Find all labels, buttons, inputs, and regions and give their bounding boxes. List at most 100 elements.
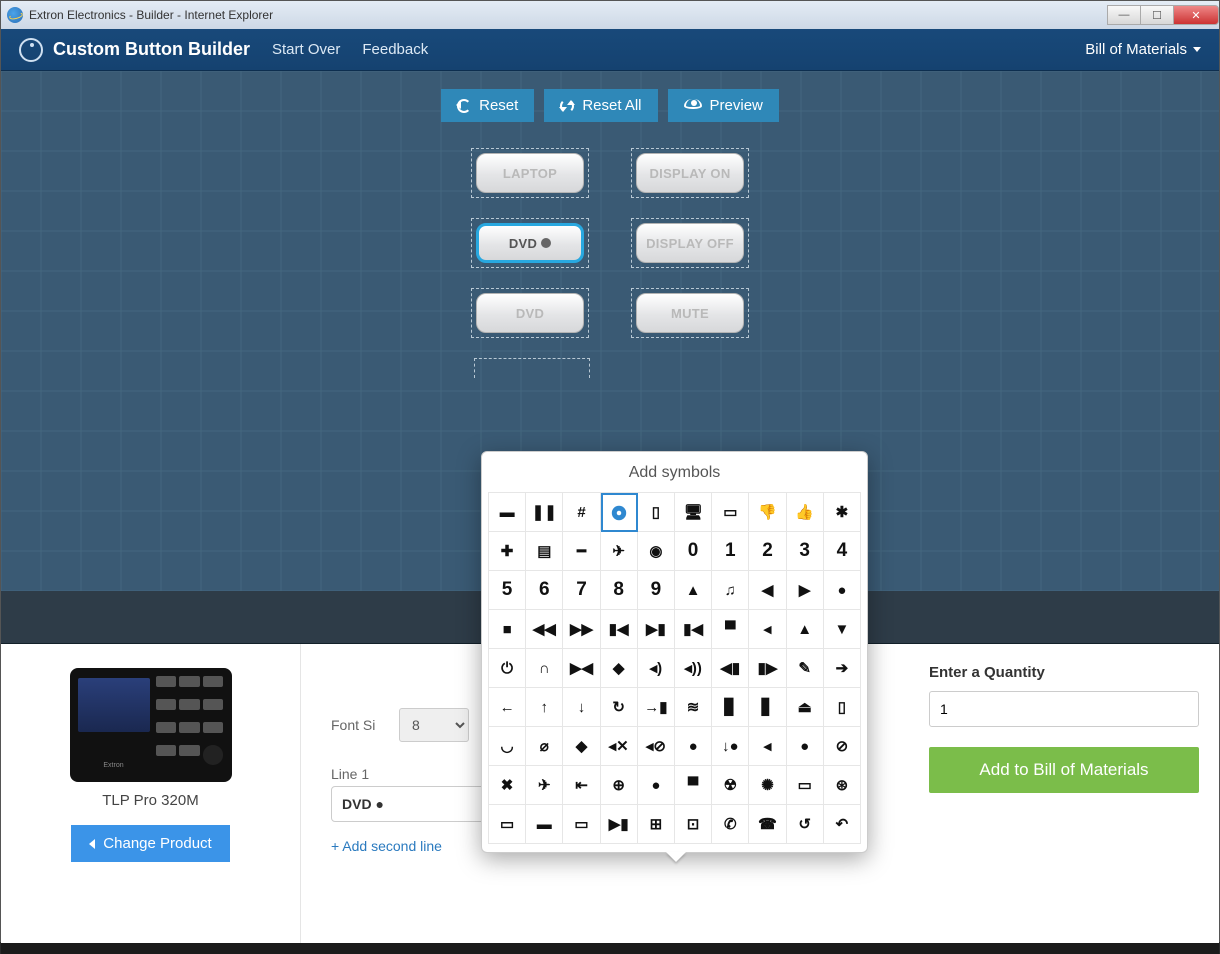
bill-of-materials-menu[interactable]: Bill of Materials xyxy=(1085,41,1201,58)
symbol-1[interactable]: 1 xyxy=(712,532,749,571)
symbol-pause[interactable]: ❚❚ xyxy=(526,493,563,532)
preview-button[interactable]: Preview xyxy=(668,89,779,122)
symbol-4[interactable]: 4 xyxy=(824,532,861,571)
symbol-vol-1[interactable]: ◂) xyxy=(638,649,675,688)
symbol-iron[interactable]: ◡ xyxy=(489,727,526,766)
symbol-layers[interactable]: ≋ xyxy=(675,688,712,727)
symbol-podium[interactable]: ▀ xyxy=(675,766,712,805)
symbol-bulb[interactable]: ✺ xyxy=(749,766,786,805)
symbol-device[interactable]: ▯ xyxy=(638,493,675,532)
window-close-button[interactable]: ✕ xyxy=(1173,5,1219,25)
symbol-skip-prev[interactable]: ▮◀ xyxy=(601,610,638,649)
symbol-prev-track[interactable]: ▮◀ xyxy=(675,610,712,649)
symbol-2[interactable]: 2 xyxy=(749,532,786,571)
symbol-pin[interactable]: ✈ xyxy=(526,766,563,805)
symbol-logout[interactable]: ⇤ xyxy=(563,766,600,805)
symbol-rocket[interactable]: ✈ xyxy=(601,532,638,571)
symbol-tape[interactable]: ▭ xyxy=(712,493,749,532)
symbol-mic-dot[interactable]: ● xyxy=(675,727,712,766)
symbol-desktop[interactable]: 🖥 xyxy=(675,493,712,532)
symbol-forward[interactable]: ▶▶ xyxy=(563,610,600,649)
reset-all-button[interactable]: Reset All xyxy=(544,89,657,122)
change-product-button[interactable]: Change Product xyxy=(71,825,229,862)
symbol-8[interactable]: 8 xyxy=(601,571,638,610)
symbol-diamond[interactable]: ◆ xyxy=(601,649,638,688)
symbol-up-tri[interactable]: ▲ xyxy=(787,610,824,649)
symbol-vol-mute[interactable]: ◂ xyxy=(749,727,786,766)
nav-start-over[interactable]: Start Over xyxy=(272,41,340,58)
symbol-phone-icon[interactable]: ▯ xyxy=(824,688,861,727)
symbol-mic-mute[interactable]: ⌀ xyxy=(526,727,563,766)
font-size-select[interactable]: 8 xyxy=(399,708,469,742)
symbol-3[interactable]: 3 xyxy=(787,532,824,571)
symbol-thumb-down[interactable]: 👎 xyxy=(749,493,786,532)
symbol-9[interactable]: 9 xyxy=(638,571,675,610)
symbol-undo-arrow[interactable]: ↶ xyxy=(824,805,861,844)
symbol-camera[interactable]: ▀ xyxy=(712,610,749,649)
symbol-0[interactable]: 0 xyxy=(675,532,712,571)
symbol-bar-left[interactable]: ◀▮ xyxy=(712,649,749,688)
symbol-handset[interactable]: ☎ xyxy=(749,805,786,844)
symbol-screen-x[interactable]: ▭ xyxy=(787,766,824,805)
button-slot[interactable]: DVD xyxy=(471,218,589,268)
symbol-down-tri[interactable]: ▼ xyxy=(824,610,861,649)
symbol-minus[interactable]: ━ xyxy=(563,532,600,571)
symbol-tv[interactable]: ▭ xyxy=(563,805,600,844)
symbol-arrow-left[interactable]: ← xyxy=(489,688,526,727)
symbol-stop[interactable]: ■ xyxy=(489,610,526,649)
symbol-tri-right[interactable]: ▶ xyxy=(787,571,824,610)
symbol-arrow-down[interactable]: ↓ xyxy=(563,688,600,727)
symbol-skip-next[interactable]: ▶▮ xyxy=(638,610,675,649)
symbol-monitor[interactable]: ▭ xyxy=(489,805,526,844)
symbol-7[interactable]: 7 xyxy=(563,571,600,610)
reset-button[interactable]: Reset xyxy=(441,89,534,122)
symbol-disc[interactable] xyxy=(601,493,638,532)
physical-button[interactable]: LAPTOP xyxy=(476,153,584,193)
symbol-x[interactable]: ✖ xyxy=(489,766,526,805)
physical-button[interactable]: MUTE xyxy=(636,293,744,333)
symbol-music[interactable]: ♫ xyxy=(712,571,749,610)
button-slot[interactable]: DISPLAY ON xyxy=(631,148,749,198)
symbol-badge[interactable]: ⊛ xyxy=(824,766,861,805)
physical-button[interactable]: DVD xyxy=(476,223,584,263)
symbol-mic-plain[interactable]: ● xyxy=(787,727,824,766)
symbol-step[interactable]: →▮ xyxy=(638,688,675,727)
symbol-card[interactable]: ▤ xyxy=(526,532,563,571)
symbol-audio-x[interactable]: ◂⊘ xyxy=(638,727,675,766)
button-slot[interactable]: MUTE xyxy=(631,288,749,338)
symbol-laptop[interactable]: ▬ xyxy=(489,493,526,532)
symbol-headphones[interactable]: ∩ xyxy=(526,649,563,688)
symbol-tag[interactable]: ◆ xyxy=(563,727,600,766)
symbol-bar-right[interactable]: ▮▶ xyxy=(749,649,786,688)
window-maximize-button[interactable]: ☐ xyxy=(1140,5,1174,25)
symbol-mic-2[interactable]: ● xyxy=(638,766,675,805)
window-minimize-button[interactable]: — xyxy=(1107,5,1141,25)
symbol-no-entry[interactable]: ⊘ xyxy=(824,727,861,766)
symbol-bluray[interactable]: ◉ xyxy=(638,532,675,571)
symbol-asterisk[interactable]: ✱ xyxy=(824,493,861,532)
symbol-globe[interactable]: ⊕ xyxy=(601,766,638,805)
button-slot[interactable]: DISPLAY OFF xyxy=(631,218,749,268)
symbol-mic-off[interactable]: ✎ xyxy=(787,649,824,688)
symbol-speaker-x[interactable]: ◂✕ xyxy=(601,727,638,766)
symbol-redial[interactable]: ↺ xyxy=(787,805,824,844)
physical-button[interactable]: DISPLAY OFF xyxy=(636,223,744,263)
symbol-arrow-right[interactable]: ➔ xyxy=(824,649,861,688)
symbol-video[interactable]: ▶▮ xyxy=(601,805,638,844)
symbol-arrow-up[interactable]: ↑ xyxy=(526,688,563,727)
symbol-network[interactable]: ⊡ xyxy=(675,805,712,844)
symbol-mic-arm[interactable]: ↓● xyxy=(712,727,749,766)
symbol-vol-low[interactable]: ◂ xyxy=(749,610,786,649)
symbol-power[interactable]: ⏻ xyxy=(489,649,526,688)
add-second-line-link[interactable]: + Add second line xyxy=(331,838,442,854)
physical-button[interactable]: DVD xyxy=(476,293,584,333)
symbol-loop[interactable]: ↻ xyxy=(601,688,638,727)
symbol-collapse[interactable]: ▶◀ xyxy=(563,649,600,688)
symbol-hash[interactable]: # xyxy=(563,493,600,532)
symbol-hierarchy[interactable]: ⊞ xyxy=(638,805,675,844)
quantity-input[interactable] xyxy=(929,691,1199,727)
symbol-rewind[interactable]: ◀◀ xyxy=(526,610,563,649)
symbol-radiation[interactable]: ☢ xyxy=(712,766,749,805)
symbol-tri-left[interactable]: ◀ xyxy=(749,571,786,610)
button-slot[interactable]: LAPTOP xyxy=(471,148,589,198)
